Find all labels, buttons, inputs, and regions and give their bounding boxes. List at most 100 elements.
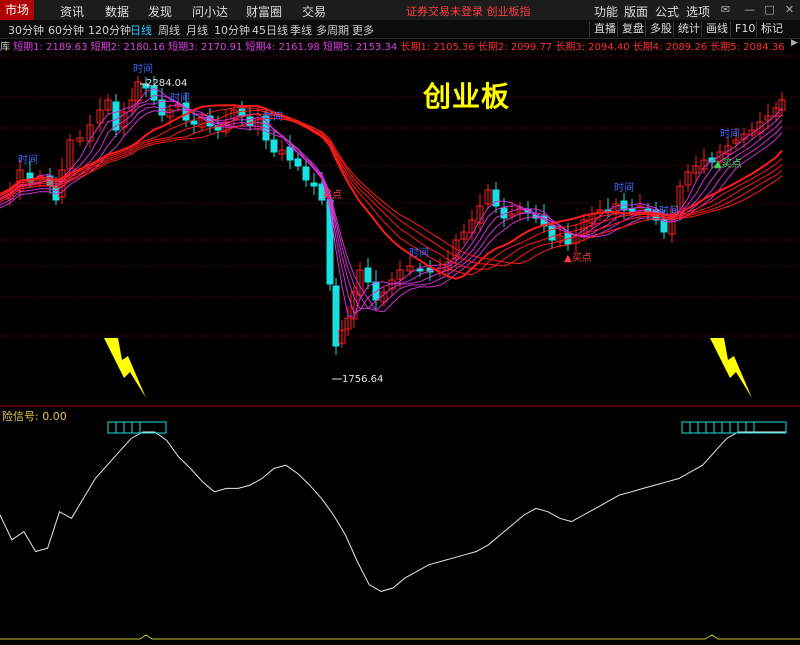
restore-icon[interactable]: □ — [762, 2, 777, 17]
time-signal-4: 时间 — [18, 155, 38, 166]
candle-body — [364, 267, 372, 283]
live-button[interactable]: 直播 — [589, 21, 620, 37]
long-ma-ribbon — [0, 104, 783, 280]
candle-body — [310, 182, 318, 187]
candle-body — [302, 166, 310, 181]
candle-body — [190, 120, 198, 125]
candle-down — [492, 182, 500, 213]
period-week[interactable]: 周线 — [158, 22, 180, 38]
candle-up — [344, 306, 352, 336]
period-toolbar: 30分钟 60分钟 120分钟 日线 周线 月线 10分钟 45日线 季线 多周… — [0, 20, 800, 39]
legend-long-2: 长期2: 2099.77 — [477, 42, 553, 52]
buy-signal-1: 买点 — [322, 190, 342, 201]
time-signal-5: 时间 — [409, 248, 429, 259]
legend-scroll-icon[interactable]: ▶ — [791, 38, 800, 50]
legend-short-2: 短期2: 2180.16 — [90, 42, 165, 52]
period-month[interactable]: 月线 — [186, 22, 208, 38]
time-signal-8: 时间 — [720, 129, 740, 140]
watermark-title: 创业板 — [423, 80, 511, 113]
time-signal-1: 时间 — [133, 64, 153, 75]
close-icon[interactable]: ✕ — [782, 2, 797, 17]
candle-up — [778, 92, 786, 117]
candle-up — [356, 262, 364, 300]
minimize-icon[interactable]: — — [742, 2, 757, 17]
ma-legend: 库 短期1: 2189.63 短期2: 2180.16 短期3: 2170.91… — [0, 38, 800, 52]
menu-discover[interactable]: 发现 — [148, 3, 172, 20]
candle-up — [468, 210, 476, 240]
candle-down — [294, 153, 302, 171]
top-menubar: 市场 资讯 数据 发现 问小达 财富圈 交易 证券交易未登录 创业板指 功能 版… — [0, 0, 800, 21]
mark-button[interactable]: 标记 — [756, 21, 787, 37]
menu-layout[interactable]: 版面 — [624, 3, 648, 20]
candle-up — [460, 224, 468, 244]
menu-function[interactable]: 功能 — [594, 3, 618, 20]
login-notice[interactable]: 证券交易未登录 创业板指 — [406, 3, 531, 19]
legend-long-5: 长期5: 2084.36 — [710, 42, 785, 52]
stats-button[interactable]: 统计 — [673, 21, 704, 37]
long-ma-line — [0, 104, 783, 280]
period-season[interactable]: 季线 — [290, 22, 312, 38]
long-ma-line — [0, 113, 783, 267]
legend-long-1: 长期1: 2105.36 — [400, 42, 475, 52]
high-price-label: 2284.04 — [146, 78, 188, 89]
candle-down — [364, 258, 372, 289]
candle-body — [628, 208, 636, 212]
legend-short-5: 短期5: 2153.34 — [323, 42, 398, 52]
menu-wealth[interactable]: 财富圈 — [246, 3, 282, 20]
candle-down — [310, 173, 318, 195]
candle-down — [332, 278, 340, 355]
legend-short-3: 短期3: 2170.91 — [168, 42, 243, 52]
period-120min[interactable]: 120分钟 — [88, 22, 131, 38]
period-60min[interactable]: 60分钟 — [48, 22, 84, 38]
legend-short-4: 短期4: 2161.98 — [245, 42, 320, 52]
candle-body — [294, 158, 302, 167]
kline-chart[interactable] — [0, 0, 800, 645]
candle-down — [238, 101, 246, 125]
period-day[interactable]: 日线 — [130, 22, 152, 38]
signal-line — [0, 431, 786, 592]
candle-up — [338, 320, 346, 348]
candle-up — [684, 164, 692, 192]
draw-line-button[interactable]: 画线 — [701, 21, 732, 37]
candle-down — [302, 159, 310, 187]
candle-down — [604, 198, 612, 217]
menu-ask[interactable]: 问小达 — [192, 3, 228, 20]
signal-indicator — [0, 431, 786, 592]
period-multi[interactable]: 多周期 — [316, 22, 349, 38]
f10-button[interactable]: F10 — [730, 21, 759, 37]
period-10min[interactable]: 10分钟 — [214, 22, 250, 38]
candle-up — [76, 130, 84, 146]
menu-trade[interactable]: 交易 — [302, 3, 326, 20]
candle-up — [516, 202, 524, 220]
indicator-label: 险信号: 0.00 — [2, 410, 67, 423]
candle-up — [484, 184, 492, 209]
buy-signal-2: ▲买点 — [564, 253, 592, 264]
long-ma-line — [0, 106, 783, 276]
review-button[interactable]: 复盘 — [617, 21, 648, 37]
period-45day[interactable]: 45日线 — [252, 22, 288, 38]
legend-prefix: 库 — [0, 42, 14, 52]
menu-news[interactable]: 资讯 — [60, 3, 84, 20]
signal-box-right — [681, 421, 787, 434]
lightning-icon-right — [710, 338, 752, 398]
message-icon[interactable]: ✉ — [718, 2, 733, 17]
legend-long-3: 长期3: 2094.40 — [555, 42, 630, 52]
menu-data[interactable]: 数据 — [105, 3, 129, 20]
menu-formula[interactable]: 公式 — [655, 3, 679, 20]
candle-body — [548, 225, 556, 241]
time-signal-2: 时间 — [170, 93, 190, 104]
up-signal: ▲买点 — [714, 159, 742, 170]
candle-up — [278, 140, 286, 161]
menu-market[interactable]: 市场 — [0, 0, 35, 20]
signal-box-left — [107, 421, 167, 434]
candle-body — [270, 139, 278, 153]
period-30min[interactable]: 30分钟 — [8, 22, 44, 38]
multi-stock-button[interactable]: 多股 — [645, 21, 676, 37]
candle-up — [572, 224, 580, 252]
bottom-baseline — [0, 634, 800, 640]
candle-body — [286, 146, 294, 161]
period-more[interactable]: 更多 — [352, 22, 374, 38]
menu-options[interactable]: 选项 — [686, 3, 710, 20]
candle-down — [158, 88, 166, 122]
candle-body — [332, 285, 340, 347]
